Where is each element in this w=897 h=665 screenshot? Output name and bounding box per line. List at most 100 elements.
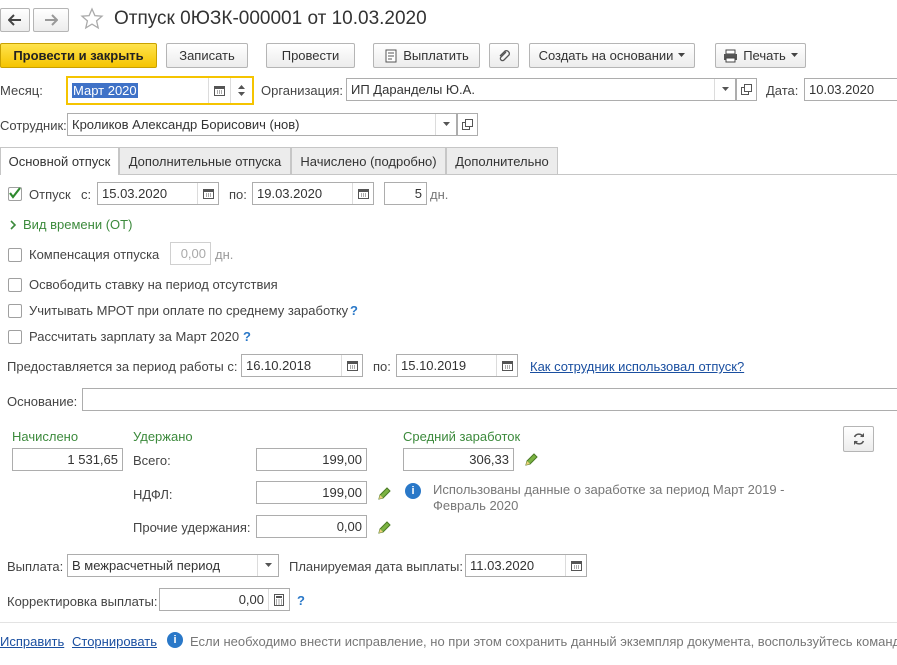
calculator-button[interactable] <box>268 589 289 610</box>
vacation-checkbox[interactable] <box>8 187 22 201</box>
calc-salary-label: Рассчитать зарплату за Март 2020 <box>29 329 240 344</box>
employee-open-button[interactable] <box>457 113 478 136</box>
compensation-days-field[interactable]: 0,00 <box>170 242 211 265</box>
vacation-usage-link[interactable]: Как сотрудник использовал отпуск? <box>530 359 744 374</box>
refresh-button[interactable] <box>843 426 874 452</box>
withheld-total-label: Всего: <box>133 453 171 468</box>
correction-help-icon[interactable]: ? <box>297 593 305 608</box>
withheld-total-value: 199,00 <box>322 452 362 467</box>
mrot-help-icon[interactable]: ? <box>350 303 358 318</box>
tab-main-vacation[interactable]: Основной отпуск <box>0 147 119 175</box>
ndfl-field: 199,00 <box>256 481 367 504</box>
chevron-down-icon <box>790 53 798 57</box>
document-icon <box>385 49 397 62</box>
payment-value: В межрасчетный период <box>72 558 221 573</box>
correction-value: 0,00 <box>238 592 264 607</box>
withheld-label: Удержано <box>133 429 193 444</box>
average-earnings-edit-pencil-icon[interactable] <box>523 452 539 471</box>
calculator-icon <box>274 593 284 606</box>
time-type-label: Вид времени (ОТ) <box>23 217 133 232</box>
attach-button[interactable] <box>489 43 519 68</box>
other-withholdings-field: 0,00 <box>256 515 367 538</box>
pay-button-label: Выплатить <box>403 48 469 63</box>
time-type-expander[interactable]: Вид времени (ОТ) <box>10 217 132 232</box>
spin-down-icon <box>238 92 245 96</box>
vacation-from-value: 15.03.2020 <box>102 186 168 201</box>
reverse-link[interactable]: Сторнировать <box>72 634 157 649</box>
period-from-field[interactable]: 16.10.2018 <box>241 354 363 377</box>
compensation-days-value: 0,00 <box>180 246 206 261</box>
back-button[interactable] <box>0 8 30 32</box>
compensation-checkbox[interactable] <box>8 248 22 262</box>
vacation-from-label: с: <box>81 187 92 202</box>
calendar-button[interactable] <box>565 555 586 576</box>
planned-date-field[interactable]: 11.03.2020 <box>465 554 587 577</box>
chevron-down-icon <box>442 122 450 126</box>
calendar-button[interactable] <box>197 183 218 204</box>
footer-divider <box>0 622 897 623</box>
calendar-button[interactable] <box>208 78 230 103</box>
info-icon: i <box>405 483 421 499</box>
month-label: Месяц: <box>0 83 43 98</box>
favorite-star-icon[interactable] <box>80 7 104 34</box>
create-based-on-button[interactable]: Создать на основании <box>529 43 695 68</box>
compensation-label: Компенсация отпуска <box>29 247 160 262</box>
month-spinner[interactable] <box>230 78 252 103</box>
save-button[interactable]: Записать <box>166 43 248 68</box>
calendar-button[interactable] <box>496 355 517 376</box>
calendar-button[interactable] <box>341 355 362 376</box>
period-to-field[interactable]: 15.10.2019 <box>396 354 518 377</box>
arrow-right-icon <box>45 14 58 26</box>
ndfl-edit-pencil-icon[interactable] <box>376 486 392 505</box>
planned-date-value: 11.03.2020 <box>470 558 535 573</box>
calc-salary-checkbox[interactable] <box>8 330 22 344</box>
calc-salary-help-icon[interactable]: ? <box>243 329 251 344</box>
payment-dropdown-button[interactable] <box>257 555 278 576</box>
arrow-left-icon <box>8 14 21 26</box>
open-form-icon <box>741 84 752 95</box>
organization-dropdown-button[interactable] <box>714 79 735 100</box>
period-label: Предоставляется за период работы с: <box>7 359 238 374</box>
mrot-label: Учитывать МРОТ при оплате по среднему за… <box>29 303 349 318</box>
period-to-label: по: <box>373 359 391 374</box>
organization-field[interactable]: ИП Даранделы Ю.А. <box>346 78 736 101</box>
tab-additional[interactable]: Дополнительно <box>446 147 558 174</box>
post-and-close-button[interactable]: Провести и закрыть <box>0 43 157 68</box>
chevron-down-icon <box>721 87 729 91</box>
print-button[interactable]: Печать <box>715 43 806 68</box>
month-value: Март 2020 <box>72 83 138 98</box>
spin-up-icon <box>238 85 245 89</box>
pay-button[interactable]: Выплатить <box>373 43 480 68</box>
organization-open-button[interactable] <box>736 78 757 101</box>
vacation-days-value: 5 <box>414 186 422 201</box>
mrot-checkbox[interactable] <box>8 304 22 318</box>
vacation-to-field[interactable]: 19.03.2020 <box>252 182 374 205</box>
vacation-to-value: 19.03.2020 <box>257 186 323 201</box>
calendar-button[interactable] <box>352 183 373 204</box>
tab-additional-vacations[interactable]: Дополнительные отпуска <box>119 147 291 174</box>
chevron-down-icon <box>264 563 272 567</box>
vacation-to-label: по: <box>229 187 247 202</box>
free-rate-checkbox[interactable] <box>8 278 22 292</box>
correction-field[interactable]: 0,00 <box>159 588 290 611</box>
accrued-field: 1 531,65 <box>12 448 123 471</box>
basis-field[interactable] <box>82 388 897 411</box>
other-withholdings-edit-pencil-icon[interactable] <box>376 520 392 539</box>
employee-dropdown-button[interactable] <box>435 114 456 135</box>
employee-field[interactable]: Кроликов Александр Борисович (нов) <box>67 113 457 136</box>
vacation-days-field[interactable]: 5 <box>384 182 427 205</box>
period-to-value: 15.10.2019 <box>401 358 467 373</box>
print-button-label: Печать <box>743 48 786 63</box>
accrued-label: Начислено <box>12 429 79 444</box>
vacation-from-field[interactable]: 15.03.2020 <box>97 182 219 205</box>
tab-accrued-detailed[interactable]: Начислено (подробно) <box>291 147 446 174</box>
fix-link[interactable]: Исправить <box>0 634 64 649</box>
forward-button[interactable] <box>33 8 69 32</box>
page-title: Отпуск 0ЮЗК-000001 от 10.03.2020 <box>114 8 427 29</box>
refresh-icon <box>853 433 864 445</box>
month-field[interactable]: Март 2020 <box>66 76 254 105</box>
payment-field[interactable]: В межрасчетный период <box>67 554 279 577</box>
date-field[interactable]: 10.03.2020 <box>804 78 897 101</box>
post-button[interactable]: Провести <box>266 43 355 68</box>
withheld-total-field: 199,00 <box>256 448 367 471</box>
